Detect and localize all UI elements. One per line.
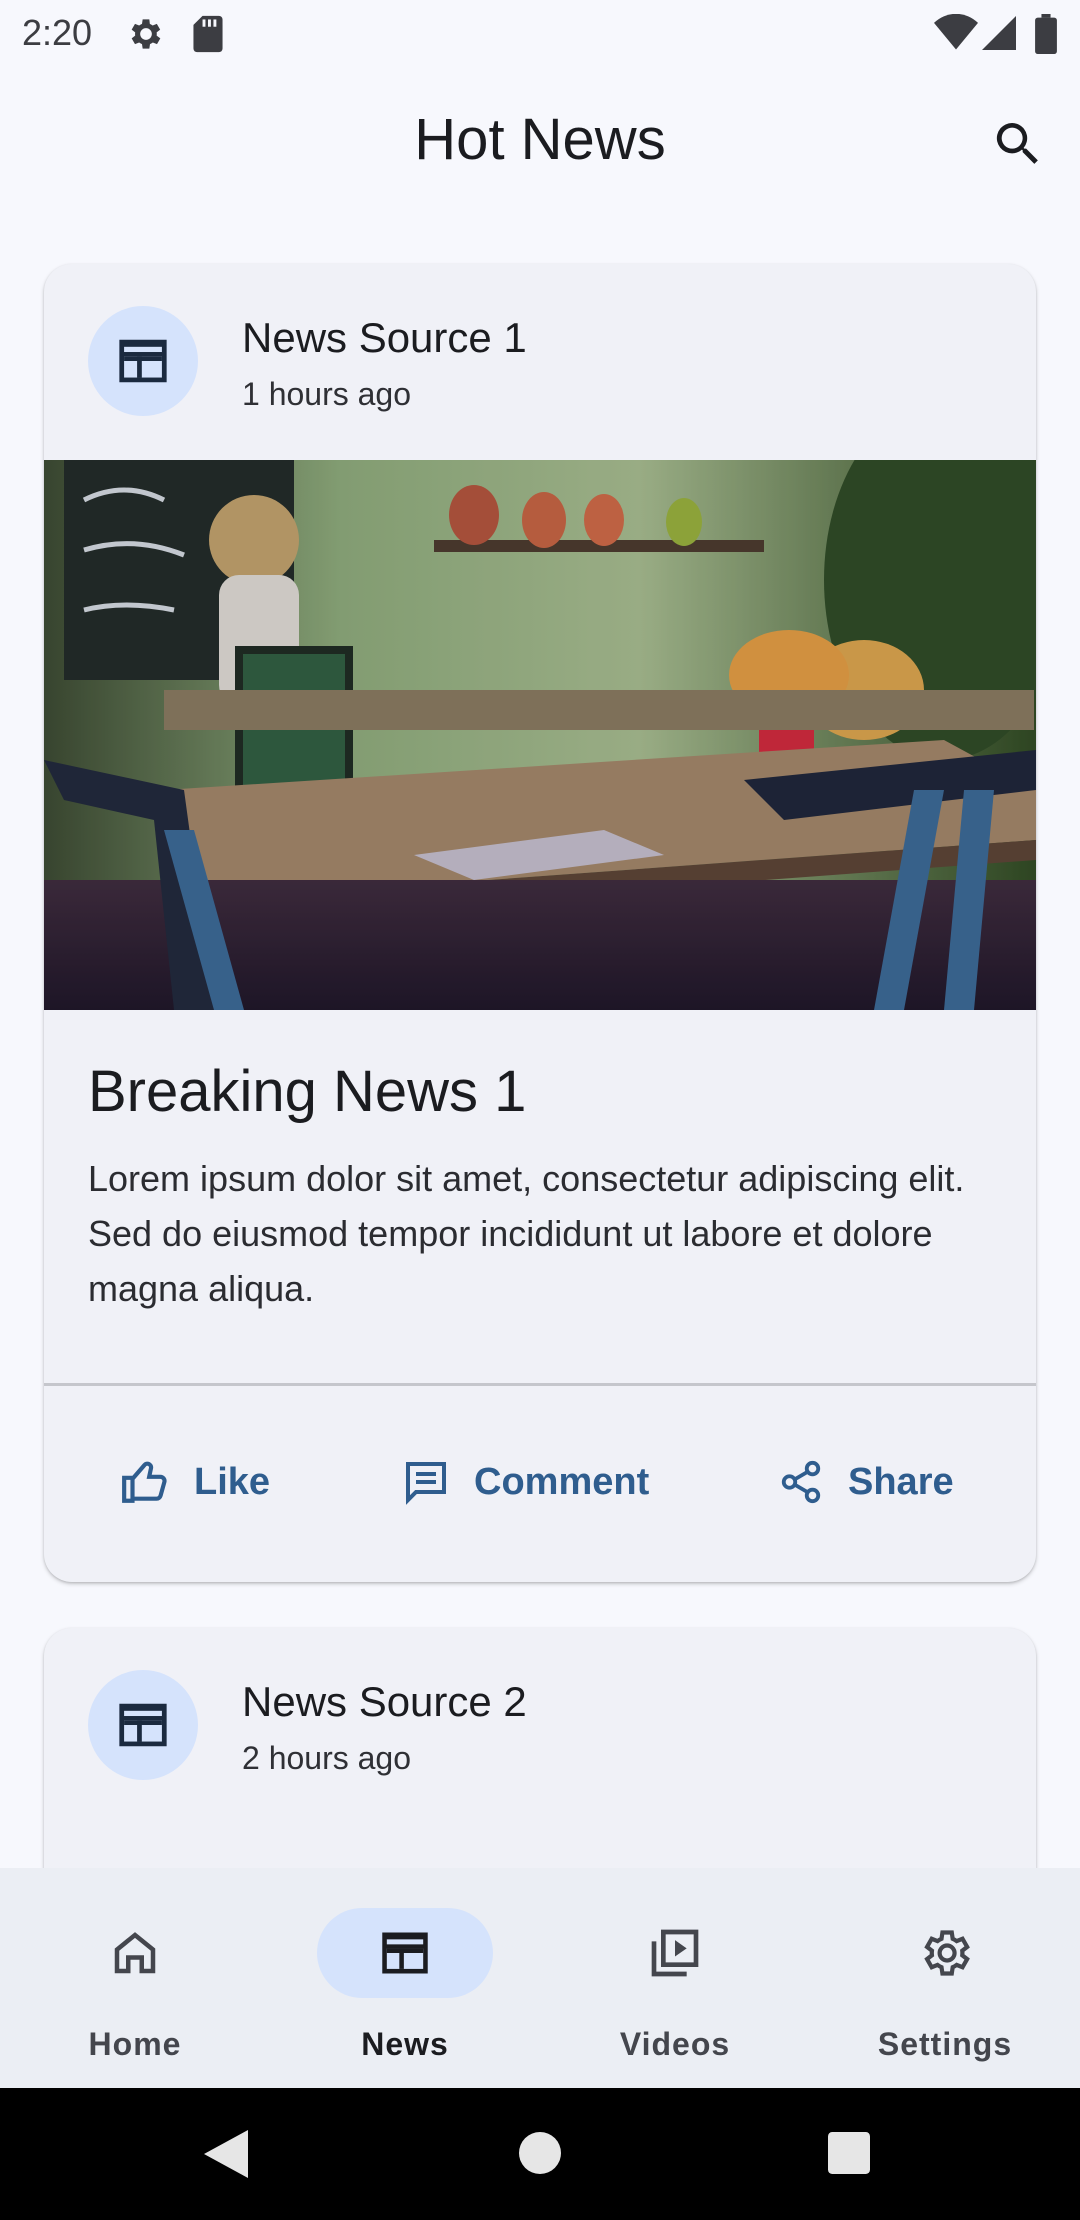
nav-item-settings[interactable]: Settings [810, 1868, 1080, 2088]
search-button[interactable] [982, 108, 1054, 180]
status-time: 2:20 [22, 12, 93, 53]
avatar [88, 306, 198, 416]
nav-label-videos: Videos [619, 2026, 731, 2062]
nav-label-news: News [361, 2026, 449, 2062]
news-source-name: News Source 2 [242, 1678, 527, 1725]
nav-item-videos[interactable]: Videos [540, 1868, 810, 2088]
share-label: Share [848, 1460, 954, 1503]
nav-label-home: Home [88, 2026, 182, 2062]
nav-item-news[interactable]: News [270, 1868, 540, 2088]
cafe-table-photo [44, 460, 1036, 1010]
gear-icon [924, 1930, 970, 1976]
news-card[interactable]: News Source 2 2 hours ago [44, 1628, 1036, 1868]
newspaper-icon [119, 339, 167, 383]
recents-icon[interactable] [828, 2132, 870, 2174]
news-headline[interactable]: Breaking News 1 [88, 1058, 992, 1125]
video-library-icon [651, 1929, 699, 1977]
wifi-icon [934, 13, 978, 57]
card-actions: Like Comment Share [44, 1386, 1036, 1582]
share-icon [781, 1460, 821, 1504]
like-button[interactable]: Like [120, 1436, 270, 1528]
app-bar: Hot News [0, 66, 1080, 216]
news-source-name: News Source 1 [242, 314, 527, 361]
settings-icon [126, 14, 166, 59]
page-title: Hot News [414, 107, 666, 172]
battery-icon [1034, 14, 1058, 59]
signal-icon [982, 14, 1016, 57]
card-header: News Source 2 2 hours ago [44, 1628, 1036, 1824]
home-circle-icon[interactable] [519, 2132, 561, 2174]
screen: 2:20 Hot News News Source 1 1 hours ago … [0, 0, 1080, 2220]
bottom-navigation: Home News Videos Settings [0, 1868, 1080, 2088]
system-navigation-bar [0, 2088, 1080, 2220]
thumb-up-icon [122, 1461, 167, 1503]
comment-icon [406, 1462, 446, 1505]
sd-card-icon [190, 14, 226, 59]
newspaper-icon [119, 1703, 167, 1747]
news-card[interactable]: News Source 1 1 hours ago Breaking News … [44, 264, 1036, 1582]
card-body: Breaking News 1 Lorem ipsum dolor sit am… [44, 1010, 1036, 1383]
card-header: News Source 1 1 hours ago [44, 264, 1036, 460]
nav-item-home[interactable]: Home [0, 1868, 270, 2088]
share-button[interactable]: Share [778, 1436, 954, 1528]
back-icon[interactable] [204, 2130, 248, 2178]
news-feed[interactable]: News Source 1 1 hours ago Breaking News … [0, 216, 1080, 1868]
news-summary: Lorem ipsum dolor sit amet, consectetur … [88, 1158, 965, 1309]
news-image[interactable] [44, 460, 1036, 1010]
avatar [88, 1670, 198, 1780]
comment-button[interactable]: Comment [402, 1436, 649, 1528]
news-timestamp: 2 hours ago [242, 1740, 412, 1776]
home-icon [114, 1932, 156, 1974]
news-timestamp: 1 hours ago [242, 376, 412, 412]
comment-label: Comment [474, 1460, 650, 1503]
status-bar: 2:20 [0, 0, 1080, 66]
like-label: Like [194, 1460, 271, 1503]
newspaper-icon [382, 1932, 428, 1974]
nav-label-settings: Settings [877, 2026, 1013, 2062]
search-icon [996, 123, 1038, 164]
active-indicator [317, 1908, 493, 1998]
